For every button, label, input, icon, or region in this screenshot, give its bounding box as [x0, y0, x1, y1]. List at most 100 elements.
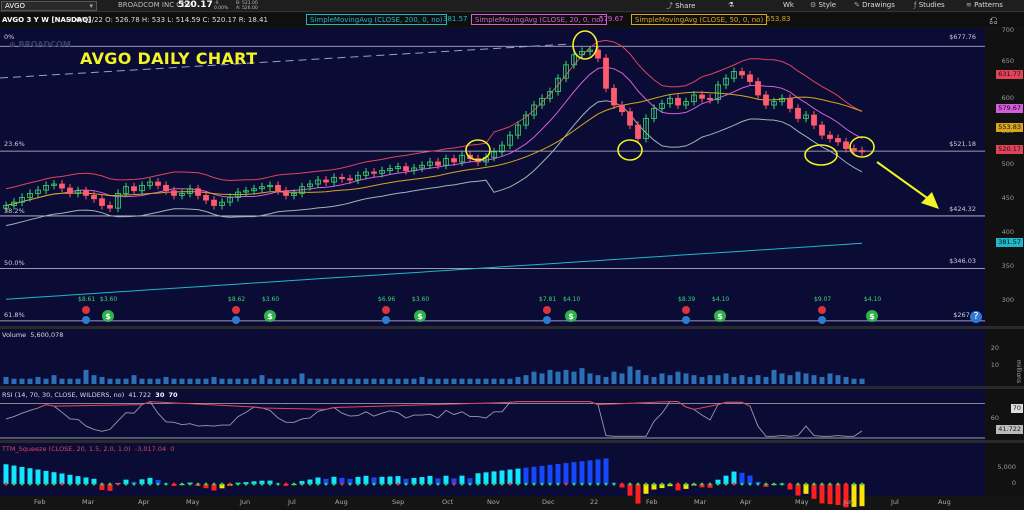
squeeze-dot	[860, 482, 864, 486]
help-icon[interactable]: ?	[970, 311, 982, 323]
volume-bar	[347, 378, 353, 384]
squeeze-dot	[436, 482, 440, 486]
volume-bar	[227, 378, 233, 384]
event-label: $6.96	[378, 296, 395, 303]
price-tick: 600	[1001, 94, 1014, 102]
squeeze-dot	[156, 482, 160, 486]
volume-bar	[291, 378, 297, 384]
squeeze-dot	[620, 482, 624, 486]
candle-body	[859, 150, 865, 153]
squeeze-dot	[636, 482, 640, 486]
squeeze-dot	[340, 482, 344, 486]
volume-bar	[531, 371, 537, 384]
squeeze-dot	[268, 482, 272, 486]
volume-bar	[363, 378, 369, 384]
squeeze-bar	[19, 466, 25, 485]
candle-body	[795, 107, 801, 119]
volume-bar	[643, 375, 649, 384]
volume-bar	[835, 375, 841, 384]
squeeze-dot	[196, 482, 200, 486]
squeeze-bar	[595, 459, 601, 485]
volume-bar	[611, 371, 617, 384]
squeeze-bar	[627, 484, 633, 496]
dollar-icon: $	[105, 312, 111, 321]
price-tick: 500	[1001, 160, 1014, 168]
x-label: May	[186, 498, 200, 506]
candle-body	[171, 190, 177, 196]
volume-bar	[163, 376, 169, 384]
squeeze-bar	[43, 470, 49, 485]
squeeze-dot	[604, 482, 608, 486]
volume-bar	[83, 369, 89, 384]
squeeze-bar	[27, 468, 33, 485]
candle-body	[675, 97, 681, 106]
sma-badge: 381.57	[996, 238, 1023, 247]
squeeze-dot	[172, 482, 176, 486]
volume-bar	[211, 376, 217, 384]
squeeze-dot	[564, 482, 568, 486]
squeeze-dot	[100, 482, 104, 486]
volume-bar	[603, 376, 609, 384]
squeeze-bar	[35, 469, 41, 485]
candle-body	[99, 198, 105, 206]
squeeze-dot	[260, 482, 264, 486]
volume-bar	[539, 373, 545, 384]
x-label: Feb	[34, 498, 46, 506]
x-label: Mar	[694, 498, 707, 506]
squeeze-dot	[252, 482, 256, 486]
squeeze-dot	[284, 482, 288, 486]
volume-bar	[739, 375, 745, 384]
squeeze-dot	[20, 482, 24, 486]
squeeze-bar	[835, 484, 841, 505]
volume-bar	[635, 369, 641, 384]
volume-unit: millions	[1015, 360, 1022, 384]
volume-bar	[411, 378, 417, 384]
squeeze-bar	[603, 458, 609, 485]
candle-body	[283, 190, 289, 196]
volume-bar	[35, 376, 41, 384]
squeeze-dot	[292, 482, 296, 486]
squeeze-bar	[507, 469, 513, 485]
squeeze-dot	[12, 482, 16, 486]
squeeze-bar	[499, 470, 505, 485]
volume-bar	[651, 376, 657, 384]
squeeze-dot	[508, 482, 512, 486]
squeeze-dot	[676, 482, 680, 486]
candle-body	[611, 87, 617, 106]
volume-bar	[811, 375, 817, 384]
squeeze-bar	[587, 460, 593, 485]
volume-bar	[571, 371, 577, 384]
squeeze-dot	[180, 482, 184, 486]
candle-body	[811, 114, 817, 126]
squeeze-dot	[492, 482, 496, 486]
volume-bar	[427, 378, 433, 384]
volume-bar	[355, 378, 361, 384]
squeeze-dot	[716, 482, 720, 486]
candle-body	[403, 166, 409, 172]
volume-bar	[339, 378, 345, 384]
squeeze-dot	[108, 482, 112, 486]
squeeze-dot	[772, 482, 776, 486]
volume-bar	[491, 378, 497, 384]
volume-bar	[715, 375, 721, 384]
squeeze-dot	[836, 482, 840, 486]
squeeze-dot	[300, 482, 304, 486]
volume-bar	[819, 376, 825, 384]
volume-bar	[443, 378, 449, 384]
rsi-overbought-segment	[37, 401, 751, 410]
squeeze-dot	[124, 482, 128, 486]
volume-title: Volume 5,600,078	[2, 331, 64, 339]
candle-body	[819, 124, 825, 136]
squeeze-dot	[644, 482, 648, 486]
candle-body	[371, 171, 377, 174]
volume-bar	[459, 378, 465, 384]
event-label: $4.10	[563, 296, 580, 303]
squeeze-bar	[547, 464, 553, 485]
x-label: Oct	[442, 498, 454, 506]
squeeze-dot	[116, 482, 120, 486]
squeeze-dot	[220, 482, 224, 486]
earnings-icon	[818, 316, 826, 324]
squeeze-dot	[380, 482, 384, 486]
candle-body	[67, 187, 73, 194]
x-label: Nov	[487, 498, 500, 506]
